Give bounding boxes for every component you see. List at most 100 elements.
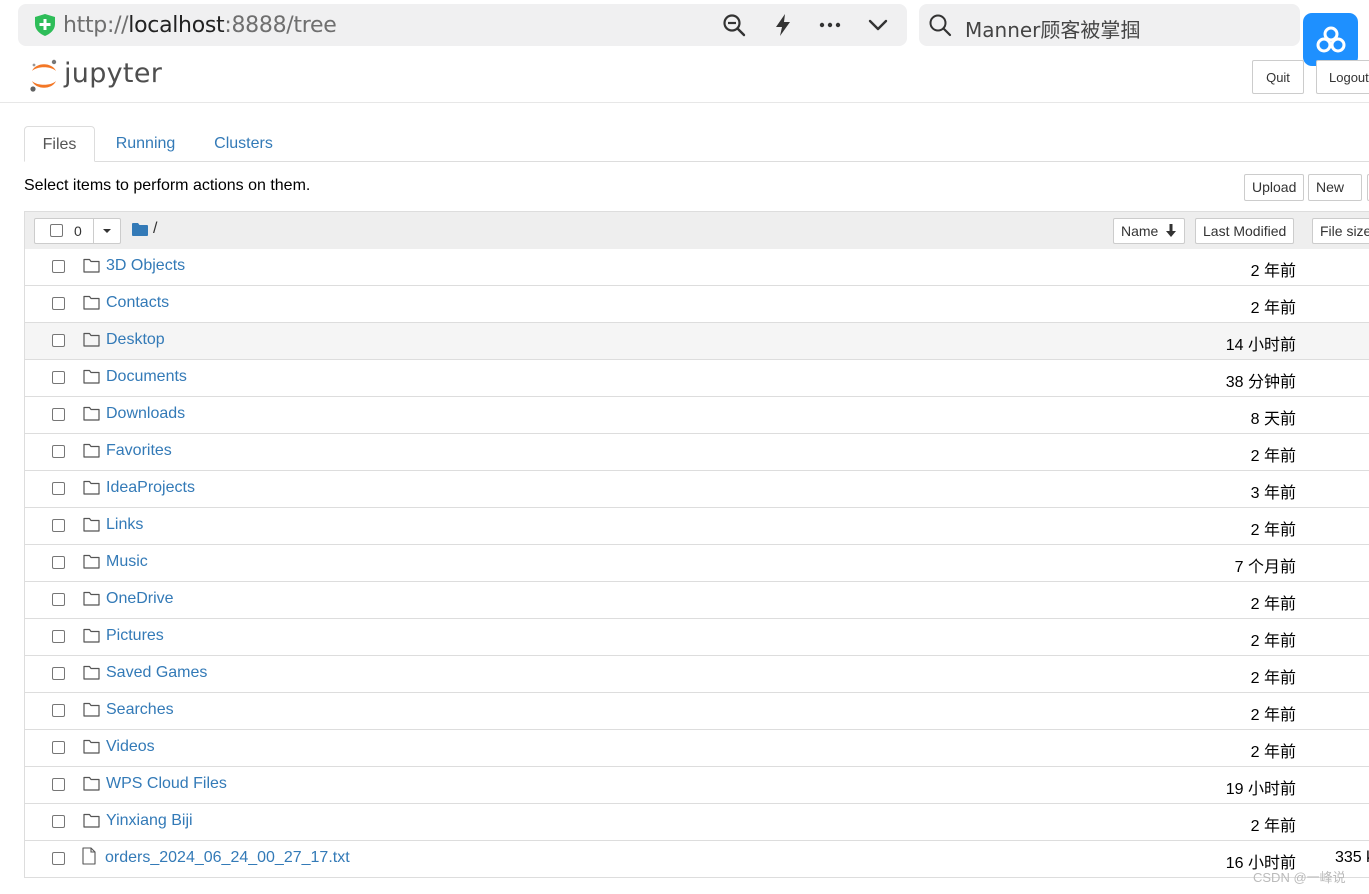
row-checkbox[interactable] — [52, 519, 65, 532]
item-name-link[interactable]: Links — [106, 516, 143, 534]
selection-hint: Select items to perform actions on them. — [24, 177, 311, 194]
select-all-checkbox[interactable] — [50, 224, 63, 237]
new-dropdown-button[interactable]: New — [1308, 174, 1362, 216]
row-checkbox[interactable] — [52, 297, 65, 310]
file-list-row[interactable]: 3D Objects 2 年前 — [24, 249, 1369, 286]
address-bar[interactable]: http://localhost:8888/tree — [18, 4, 907, 46]
row-checkbox[interactable] — [52, 852, 65, 865]
row-checkbox[interactable] — [52, 778, 65, 791]
sort-by-size-button[interactable]: File size — [1312, 218, 1369, 244]
row-checkbox[interactable] — [52, 667, 65, 680]
tab-clusters[interactable]: Clusters — [201, 126, 286, 162]
upload-button[interactable]: Upload — [1244, 174, 1305, 201]
item-name-link[interactable]: orders_2024_06_24_00_27_17.txt — [105, 849, 350, 867]
row-checkbox[interactable] — [52, 630, 65, 643]
item-name-link[interactable]: WPS Cloud Files — [106, 775, 227, 793]
item-name-link[interactable]: OneDrive — [106, 590, 174, 608]
chevron-down-icon[interactable] — [866, 13, 890, 37]
file-list-row[interactable]: Saved Games 2 年前 — [24, 656, 1369, 693]
browser-search-bar[interactable]: Manner顾客被掌掴 — [919, 4, 1300, 46]
item-modified: 2 年前 — [1250, 448, 1296, 465]
item-name-link[interactable]: IdeaProjects — [106, 479, 195, 497]
url-text[interactable]: http://localhost:8888/tree — [63, 13, 337, 38]
file-list-row[interactable]: Links 2 年前 — [24, 508, 1369, 545]
file-list-row[interactable]: OneDrive 2 年前 — [24, 582, 1369, 619]
file-list-row[interactable]: IdeaProjects 3 年前 — [24, 471, 1369, 508]
file-list-row[interactable]: Downloads 8 天前 — [24, 397, 1369, 434]
row-checkbox[interactable] — [52, 815, 65, 828]
tab-files[interactable]: Files — [24, 126, 95, 162]
row-checkbox[interactable] — [52, 371, 65, 384]
file-list-row[interactable]: Yinxiang Biji 2 年前 — [24, 804, 1369, 841]
item-modified: 2 年前 — [1250, 744, 1296, 761]
folder-icon — [83, 702, 100, 717]
zoom-out-icon[interactable] — [722, 13, 746, 37]
file-list-row[interactable]: Music 7 个月前 — [24, 545, 1369, 582]
item-name-link[interactable]: Music — [106, 553, 148, 571]
folder-icon — [83, 591, 100, 606]
item-name-link[interactable]: Documents — [106, 368, 187, 386]
select-all-control[interactable]: 0 — [34, 218, 121, 244]
item-name-link[interactable]: Contacts — [106, 294, 169, 312]
folder-icon — [83, 665, 100, 680]
folder-icon — [83, 628, 100, 643]
sort-by-name-button[interactable]: Name — [1113, 218, 1186, 244]
search-text: Manner顾客被掌掴 — [965, 18, 1141, 42]
row-checkbox[interactable] — [52, 445, 65, 458]
item-name-link[interactable]: Desktop — [106, 331, 165, 349]
folder-icon — [83, 480, 100, 495]
item-modified: 38 分钟前 — [1225, 374, 1296, 391]
row-checkbox[interactable] — [52, 556, 65, 569]
file-list-row[interactable]: Searches 2 年前 — [24, 693, 1369, 730]
folder-icon — [83, 369, 100, 384]
folder-icon — [83, 517, 100, 532]
item-name-link[interactable]: Searches — [106, 701, 174, 719]
row-checkbox[interactable] — [52, 482, 65, 495]
row-checkbox[interactable] — [52, 704, 65, 717]
row-checkbox[interactable] — [52, 593, 65, 606]
extension-button[interactable] — [1303, 13, 1358, 66]
folder-icon — [83, 813, 100, 828]
file-list-row[interactable]: Videos 2 年前 — [24, 730, 1369, 767]
item-size: 335 kB — [1335, 849, 1369, 866]
item-name-link[interactable]: Saved Games — [106, 664, 207, 682]
tab-running[interactable]: Running — [103, 126, 188, 162]
quit-button[interactable]: Quit — [1252, 60, 1304, 94]
file-list-header: 0 / Name Last Modified File size — [24, 211, 1369, 250]
folder-icon — [83, 554, 100, 569]
file-list-row[interactable]: Desktop 14 小时前 — [24, 323, 1369, 360]
row-checkbox[interactable] — [52, 741, 65, 754]
more-icon[interactable] — [818, 13, 842, 37]
file-list-row[interactable]: WPS Cloud Files 19 小时前 — [24, 767, 1369, 804]
logout-button[interactable]: Logout — [1316, 60, 1369, 94]
jupyter-logo-icon — [30, 59, 57, 92]
item-modified: 2 年前 — [1250, 596, 1296, 613]
file-list-row[interactable]: orders_2024_06_24_00_27_17.txt 16 小时前 335 … — [24, 841, 1369, 878]
item-name-link[interactable]: Favorites — [106, 442, 172, 460]
item-modified: 2 年前 — [1250, 263, 1296, 280]
breadcrumb-root[interactable]: / — [153, 220, 157, 238]
file-list-row[interactable]: Contacts 2 年前 — [24, 286, 1369, 323]
file-list-row[interactable]: Documents 38 分钟前 — [24, 360, 1369, 397]
row-checkbox[interactable] — [52, 334, 65, 347]
item-name-link[interactable]: Videos — [106, 738, 155, 756]
file-list-row[interactable]: Pictures 2 年前 — [24, 619, 1369, 656]
header-divider — [0, 102, 1369, 103]
file-list-row[interactable]: Favorites 2 年前 — [24, 434, 1369, 471]
folder-icon — [83, 776, 100, 791]
folder-icon — [83, 443, 100, 458]
sort-by-modified-button[interactable]: Last Modified — [1195, 218, 1295, 244]
folder-icon — [83, 332, 100, 347]
item-name-link[interactable]: 3D Objects — [106, 257, 185, 275]
item-name-link[interactable]: Downloads — [106, 405, 185, 423]
folder-icon — [132, 223, 148, 236]
row-checkbox[interactable] — [52, 408, 65, 421]
item-name-link[interactable]: Pictures — [106, 627, 164, 645]
select-menu-toggle[interactable] — [93, 218, 122, 244]
item-modified: 2 年前 — [1250, 633, 1296, 650]
jupyter-brand[interactable]: jupyter — [64, 58, 162, 89]
row-checkbox[interactable] — [52, 260, 65, 273]
lightning-icon[interactable] — [771, 13, 795, 37]
folder-icon — [83, 295, 100, 310]
item-name-link[interactable]: Yinxiang Biji — [106, 812, 193, 830]
